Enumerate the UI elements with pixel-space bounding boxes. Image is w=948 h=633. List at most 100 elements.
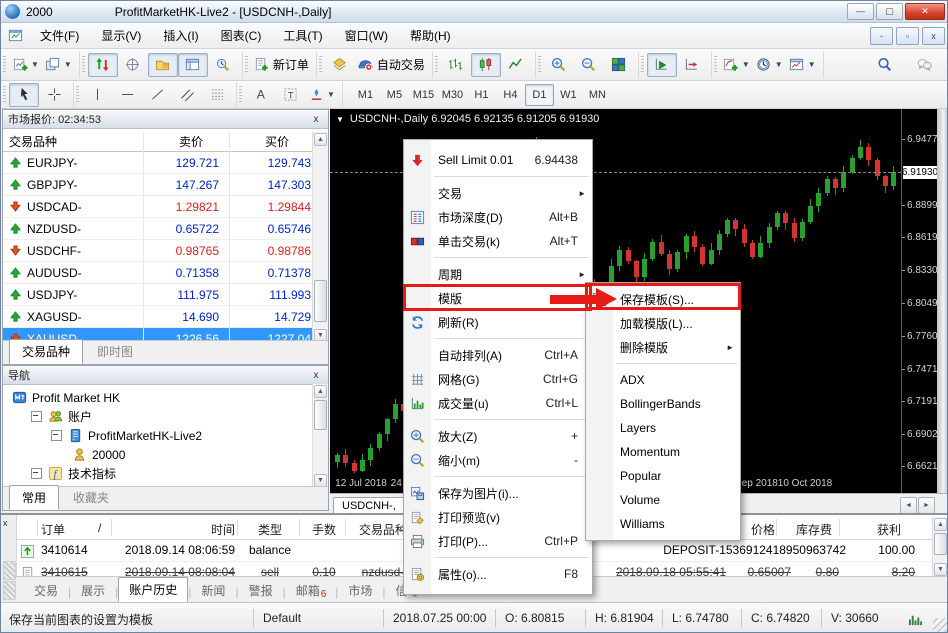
scroll-thumb[interactable] — [934, 533, 947, 555]
text-label-button[interactable]: T — [275, 83, 305, 107]
terminal-tab-市场[interactable]: 市场 — [338, 579, 382, 602]
context-menu-item-市场深度(D)[interactable]: 市场深度(D)Alt+B — [404, 205, 592, 229]
terminal-tab-警报[interactable]: 警报 — [239, 579, 283, 602]
market-watch-row-USDCHF-[interactable]: USDCHF-0.987650.98786 — [3, 240, 328, 262]
context-menu-item-刷新(R)[interactable]: 刷新(R) — [404, 310, 592, 334]
column-ask[interactable]: 买价 — [265, 133, 289, 150]
terminal-tab-账户历史[interactable]: 账户历史 — [118, 577, 188, 602]
menu-窗口(W)[interactable]: 窗口(W) — [334, 26, 399, 46]
market-watch-titlebar[interactable]: 市场报价: 02:34:53 x — [3, 110, 328, 129]
column-lots[interactable]: 手数 — [301, 521, 347, 538]
scroll-thumb[interactable] — [314, 400, 327, 430]
submenu-item-Popular[interactable]: Popular — [586, 464, 740, 488]
terminal-tab-展示[interactable]: 展示 — [71, 579, 115, 602]
context-menu-item-自动排列(A)[interactable]: 自动排列(A)Ctrl+A — [404, 343, 592, 367]
tab-交易品种[interactable]: 交易品种 — [9, 339, 83, 364]
dropdown-arrow-icon[interactable]: ▼ — [31, 60, 39, 69]
chart-scrollbar[interactable] — [937, 109, 948, 493]
column-profit[interactable]: 获利 — [861, 521, 917, 538]
scroll-up-icon[interactable]: ▲ — [314, 385, 327, 398]
mdi-close-button[interactable]: x — [922, 27, 945, 45]
terminal-close-icon[interactable]: x — [3, 518, 8, 528]
submenu-item-加载模版(L)...[interactable]: 加载模版(L)... — [586, 311, 740, 335]
chart-bars-button[interactable] — [441, 53, 471, 77]
resize-grip[interactable] — [933, 618, 947, 632]
market-watch-scrollbar[interactable]: ▲ ▼ — [312, 132, 328, 343]
context-menu-item-成交量(u)[interactable]: 成交量(u)Ctrl+L — [404, 391, 592, 415]
menu-图表(C)[interactable]: 图表(C) — [210, 26, 273, 46]
submenu-item-Momentum[interactable]: Momentum — [586, 440, 740, 464]
chart-line-button[interactable] — [501, 53, 531, 77]
autotrading-button[interactable]: 自动交易 — [355, 53, 428, 77]
expand-icon[interactable] — [51, 430, 62, 441]
data-window-button[interactable] — [118, 53, 148, 77]
menu-文件(F)[interactable]: 文件(F) — [29, 26, 90, 46]
navigator-item-账户[interactable]: 账户 — [7, 407, 328, 426]
menu-显示(V)[interactable]: 显示(V) — [90, 26, 152, 46]
metaeditor-button[interactable] — [325, 53, 355, 77]
market-watch-toggle-button[interactable] — [88, 53, 118, 77]
submenu-item-Williams[interactable]: Williams — [586, 512, 740, 536]
timeframe-M1[interactable]: M1 — [351, 84, 380, 106]
market-watch-row-NZDUSD-[interactable]: NZDUSD-0.657220.65746 — [3, 218, 328, 240]
horizontal-line-button[interactable] — [112, 83, 142, 107]
scroll-down-icon[interactable]: ▼ — [934, 563, 947, 576]
column-symbol[interactable]: 交易品种 — [9, 133, 57, 150]
dropdown-arrow-icon[interactable]: ▼ — [64, 60, 72, 69]
context-menu-item-缩小(m)[interactable]: 缩小(m)- — [404, 448, 592, 472]
price-axis[interactable]: 6.947756.889956.861906.833006.804956.776… — [901, 109, 938, 493]
templates-button[interactable]: ▼ — [786, 53, 819, 77]
mdi-minimize-button[interactable]: - — [870, 27, 893, 45]
indicators-list-button[interactable]: ▼ — [720, 53, 753, 77]
market-watch-row-USDCAD-[interactable]: USDCAD-1.298211.29844 — [3, 196, 328, 218]
fibonacci-button[interactable] — [202, 83, 232, 107]
navigator-scrollbar[interactable]: ▲ ▼ — [312, 384, 328, 488]
submenu-item-Volume[interactable]: Volume — [586, 488, 740, 512]
crosshair-button[interactable] — [39, 83, 69, 107]
equidistant-channel-button[interactable] — [172, 83, 202, 107]
menu-插入(I)[interactable]: 插入(I) — [152, 26, 209, 46]
column-price[interactable]: 价格 — [735, 521, 791, 538]
column-time[interactable]: 时间 — [113, 521, 235, 538]
submenu-item-ADX[interactable]: ADX — [586, 368, 740, 392]
context-menu-item-交易[interactable]: 交易► — [404, 181, 592, 205]
column-type[interactable]: 类型 — [239, 521, 301, 538]
scroll-thumb[interactable] — [314, 280, 327, 322]
zoom-out-button[interactable] — [574, 53, 604, 77]
cursor-button[interactable] — [9, 83, 39, 107]
market-watch-close-icon[interactable]: x — [309, 114, 323, 125]
terminal-toggle-button[interactable] — [178, 53, 208, 77]
navigator-item-Profit Market HK[interactable]: Profit Market HK — [7, 388, 328, 407]
timeframe-M5[interactable]: M5 — [380, 84, 409, 106]
arrows-button[interactable]: ▼ — [305, 83, 338, 107]
timeframe-M15[interactable]: M15 — [409, 84, 438, 106]
context-menu-item-打印(P)...[interactable]: 打印(P)...Ctrl+P — [404, 529, 592, 553]
market-watch-row-AUDUSD-[interactable]: AUDUSD-0.713580.71378 — [3, 262, 328, 284]
dropdown-arrow-icon[interactable]: ▼ — [775, 60, 783, 69]
terminal-tab-邮箱[interactable]: 邮箱6 — [286, 579, 336, 602]
context-menu-item-保存为图片(i)...[interactable]: 保存为图片(i)... — [404, 481, 592, 505]
periods-button[interactable]: ▼ — [753, 53, 786, 77]
chart-shift-button[interactable] — [677, 53, 707, 77]
chat-button[interactable] — [909, 53, 939, 77]
minimize-button[interactable]: — — [847, 3, 874, 20]
profiles-button[interactable]: ▼ — [42, 53, 75, 77]
terminal-tab-交易[interactable]: 交易 — [24, 579, 68, 602]
chart-candles-button[interactable] — [471, 53, 501, 77]
navigator-item-20000[interactable]: 20000 — [7, 445, 328, 464]
context-menu-item-属性(o)...[interactable]: 属性(o)...F8 — [404, 562, 592, 586]
close-button[interactable]: ✕ — [905, 3, 945, 20]
scroll-up-icon[interactable]: ▲ — [934, 518, 947, 531]
tab-scroll-left-icon[interactable]: ◄ — [900, 497, 917, 514]
timeframe-H4[interactable]: H4 — [496, 84, 525, 106]
expand-icon[interactable] — [31, 468, 42, 479]
navigator-item-技术指标[interactable]: f技术指标 — [7, 464, 328, 483]
navigator-titlebar[interactable]: 导航 x — [3, 366, 328, 385]
text-button[interactable]: A — [245, 83, 275, 107]
column-order[interactable]: 订单 — [41, 521, 65, 538]
strategy-tester-button[interactable] — [208, 53, 238, 77]
scroll-up-icon[interactable]: ▲ — [314, 133, 327, 146]
timeframe-M30[interactable]: M30 — [438, 84, 467, 106]
navigator-item-ProfitMarketHK-Live2[interactable]: ProfitMarketHK-Live2 — [7, 426, 328, 445]
column-bid[interactable]: 卖价 — [179, 133, 203, 150]
